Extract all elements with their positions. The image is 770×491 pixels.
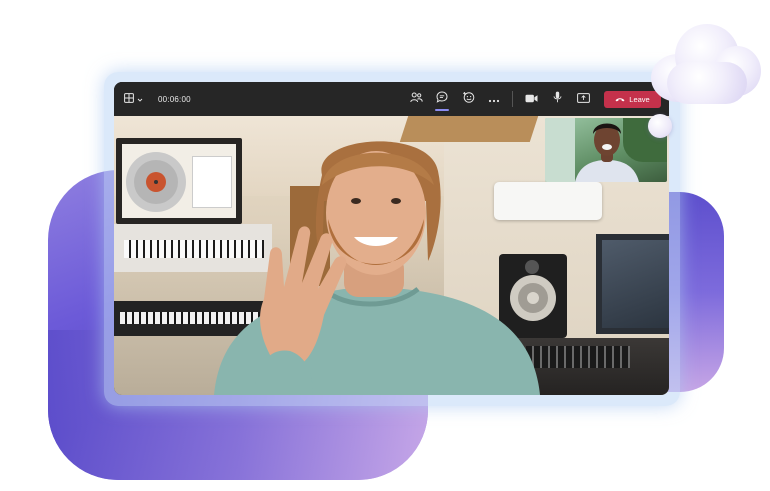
more-icon (488, 90, 500, 108)
layout-button[interactable] (121, 88, 146, 110)
toolbar-separator (512, 91, 513, 107)
chat-button[interactable] (429, 82, 455, 116)
microphone-icon (553, 90, 562, 108)
share-screen-button[interactable] (570, 82, 596, 116)
toolbar-left-group: 00:06:00 (114, 82, 191, 116)
grid-layout-icon (124, 90, 134, 108)
reactions-icon (462, 90, 475, 108)
chevron-down-icon (137, 90, 143, 108)
call-timer: 00:06:00 (158, 94, 191, 104)
camera-button[interactable] (518, 82, 544, 116)
cloud-decoration (645, 18, 765, 108)
call-toolbar: 00:06:00 Leave (114, 82, 669, 116)
video-vinyl-disc (126, 152, 186, 212)
video-monitor-screen (602, 240, 669, 328)
microphone-button[interactable] (544, 82, 570, 116)
more-button[interactable] (481, 82, 507, 116)
camera-icon (525, 90, 538, 108)
call-window: 00:06:00 Leave (114, 82, 669, 395)
self-view-participant (575, 123, 639, 182)
people-button[interactable] (403, 82, 429, 116)
people-icon (409, 90, 423, 108)
chat-icon (436, 90, 448, 108)
share-screen-icon (576, 90, 590, 108)
reactions-button[interactable] (455, 82, 481, 116)
toolbar-right-group: Leave (403, 82, 661, 116)
phone-hangup-icon (615, 95, 625, 104)
video-participant (214, 141, 540, 395)
decorative-dot (648, 114, 672, 138)
